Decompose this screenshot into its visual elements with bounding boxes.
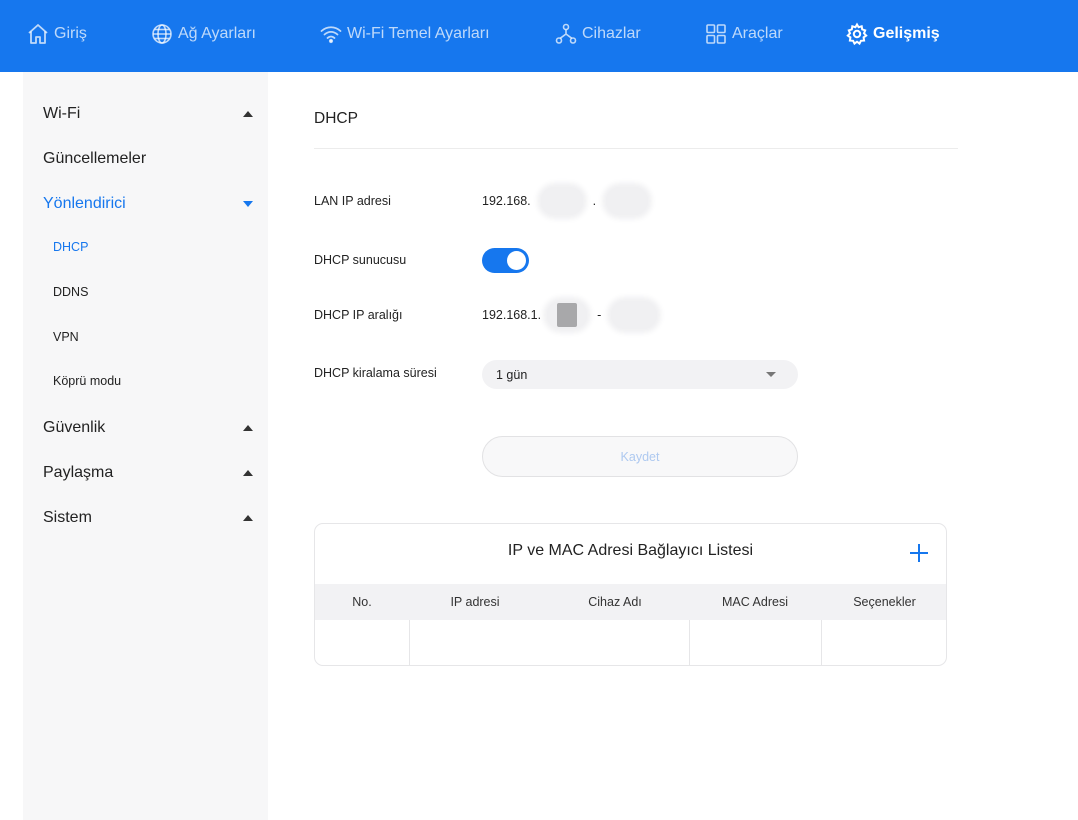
sidebar-item-label: Güncellemeler [43,150,147,167]
lease-time-select[interactable]: 1 gün [482,360,798,389]
top-nav-bar: Giriş Ağ Ayarları Wi-Fi Temel Ayarları C… [0,0,1078,72]
globe-icon [152,24,172,44]
sidebar-item-label: Güvenlik [43,419,106,436]
dhcp-range-value[interactable]: 192.168.1. - [482,301,658,329]
sidebar-item-label: VPN [53,330,79,344]
nav-label: Giriş [54,25,87,42]
column-divider [409,620,410,665]
column-header-no: No. [352,595,372,609]
table-header: No. IP adresi Cihaz Adı MAC Adresi Seçen… [315,584,946,620]
lease-time-label: DHCP kiralama süresi [314,366,437,380]
dhcp-range-separator: - [597,308,602,322]
column-header-options: Seçenekler [853,595,916,609]
column-header-ip: IP adresi [450,595,500,609]
sidebar-item-label: Sistem [43,509,92,526]
nav-label: Cihazlar [582,25,641,42]
lease-time-value: 1 gün [496,367,528,382]
nav-item-network-settings[interactable]: Ağ Ayarları [150,20,256,48]
sidebar-item-dhcp[interactable]: DHCP [53,237,253,257]
column-header-mac: MAC Adresi [722,595,788,609]
sidebar-item-label: Wi-Fi [43,105,81,122]
sidebar: Wi-Fi Güncellemeler Yönlendirici DHCP DD… [23,72,268,820]
nav-label: Wi-Fi Temel Ayarları [347,25,490,42]
nav-item-wifi-basic[interactable]: Wi-Fi Temel Ayarları [319,20,490,48]
chevron-down-icon [243,201,253,207]
sidebar-item-system[interactable]: Sistem [43,506,253,530]
nav-item-devices[interactable]: Cihazlar [554,20,641,48]
sidebar-item-bridge-mode[interactable]: Köprü modu [53,371,253,391]
nav-item-home[interactable]: Giriş [26,20,87,48]
sidebar-item-updates[interactable]: Güncellemeler [43,147,253,171]
divider [314,148,958,149]
lan-ip-value[interactable]: 192.168. . [482,187,649,215]
chevron-up-icon [243,425,253,431]
page-title: DHCP [314,110,358,127]
sidebar-item-label: DDNS [53,285,89,299]
nav-label: Ağ Ayarları [178,25,256,42]
sidebar-item-label: Köprü modu [53,374,122,388]
redaction-block [557,303,578,327]
redacted-octet [611,301,658,329]
redacted-octet [547,301,588,329]
apps-grid-icon [706,24,726,44]
nav-label: Araçlar [732,25,783,42]
nav-item-advanced[interactable]: Gelişmiş [845,20,940,48]
sidebar-item-sharing[interactable]: Paylaşma [43,461,253,485]
lan-ip-separator: . [592,194,597,208]
redacted-octet [540,187,583,215]
nav-label: Gelişmiş [873,25,940,42]
sidebar-item-wifi[interactable]: Wi-Fi [43,102,253,126]
sidebar-item-security[interactable]: Güvenlik [43,416,253,440]
home-icon [28,24,48,44]
sidebar-item-label: Paylaşma [43,464,114,481]
dhcp-server-toggle[interactable] [482,248,529,273]
redacted-octet [606,187,649,215]
devices-icon [555,23,577,44]
nav-item-tools[interactable]: Araçlar [704,20,783,48]
ip-mac-binding-card: IP ve MAC Adresi Bağlayıcı Listesi No. I… [314,523,947,666]
column-header-device-name: Cihaz Adı [588,595,642,609]
sidebar-item-label: DHCP [53,240,89,254]
chevron-up-icon [243,515,253,521]
chevron-up-icon [243,111,253,117]
lan-ip-prefix: 192.168. [482,194,531,208]
dhcp-server-label: DHCP sunucusu [314,253,407,267]
column-divider [821,620,822,665]
sidebar-item-router[interactable]: Yönlendirici [43,192,253,216]
wifi-icon [320,26,342,44]
dhcp-range-label: DHCP IP aralığı [314,308,403,322]
column-divider [689,620,690,665]
caret-down-icon [766,372,776,377]
lan-ip-label: LAN IP adresi [314,194,391,208]
chevron-up-icon [243,470,253,476]
save-button[interactable]: Kaydet [482,436,798,477]
dhcp-range-prefix: 192.168.1. [482,308,542,322]
toggle-knob [507,251,526,270]
gear-icon [846,22,868,46]
sidebar-item-vpn[interactable]: VPN [53,327,253,347]
sidebar-item-ddns[interactable]: DDNS [53,282,253,302]
sidebar-item-label: Yönlendirici [43,195,126,212]
card-title: IP ve MAC Adresi Bağlayıcı Listesi [507,542,754,559]
plus-icon[interactable] [908,542,930,564]
